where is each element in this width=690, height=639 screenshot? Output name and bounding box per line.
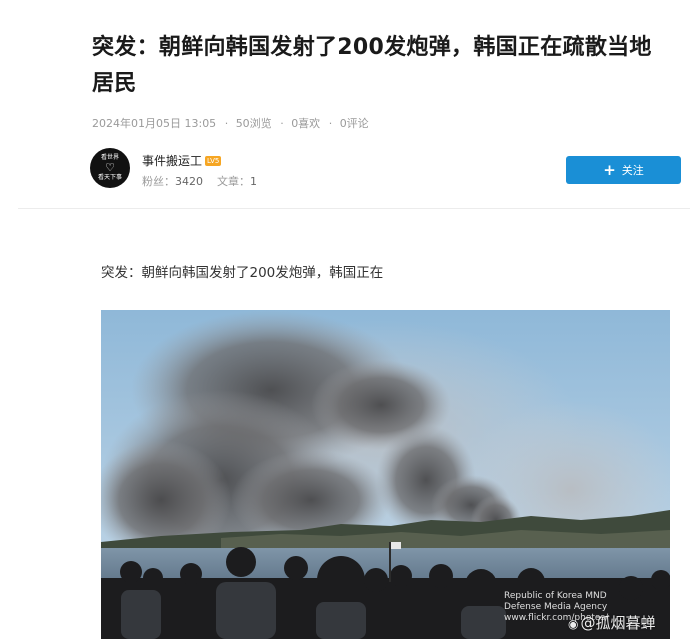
like-count: 0喜欢 bbox=[291, 117, 321, 130]
author-stats: 粉丝：3420 文章：1 bbox=[142, 173, 257, 189]
level-badge: LV5 bbox=[205, 156, 222, 166]
comment-count: 0评论 bbox=[339, 117, 369, 130]
heart-icon: ♡ bbox=[105, 161, 115, 174]
fans-label: 粉丝： bbox=[142, 175, 175, 188]
avatar[interactable]: 看世界 ♡ 看天下事 bbox=[90, 148, 130, 188]
article-photo bbox=[101, 310, 670, 639]
watermark: ◉ @孤烟暮蝉 bbox=[568, 612, 656, 633]
author-name-row: 事件搬运工 LV5 bbox=[142, 152, 222, 169]
article-title: 突发：朝鲜向韩国发射了200发炮弹，韩国正在疏散当地居民 bbox=[92, 35, 652, 96]
article-meta: 2024年01月05日 13:05 · 50浏览 · 0喜欢 · 0评论 bbox=[92, 117, 369, 130]
articles-label: 文章： bbox=[217, 175, 250, 188]
divider bbox=[18, 208, 690, 209]
fans-count: 3420 bbox=[175, 175, 203, 188]
avatar-text-bottom: 看天下事 bbox=[97, 174, 122, 181]
photo-illustration bbox=[101, 310, 670, 639]
follow-label: 关注 bbox=[621, 164, 644, 177]
weibo-icon: ◉ bbox=[568, 617, 579, 631]
author-card: 看世界 ♡ 看天下事 事件搬运工 LV5 粉丝：3420 文章：1 bbox=[90, 148, 350, 190]
articles-count: 1 bbox=[250, 175, 257, 188]
plus-icon: + bbox=[603, 160, 616, 179]
view-count: 50浏览 bbox=[235, 117, 272, 130]
article-intro: 突发：朝鲜向韩国发射了200发炮弹，韩国正在 bbox=[101, 265, 384, 281]
follow-button[interactable]: + 关注 bbox=[566, 156, 681, 184]
watermark-text: @孤烟暮蝉 bbox=[580, 614, 656, 632]
publish-date: 2024年01月05日 13:05 bbox=[92, 117, 217, 130]
author-name[interactable]: 事件搬运工 bbox=[142, 154, 202, 168]
